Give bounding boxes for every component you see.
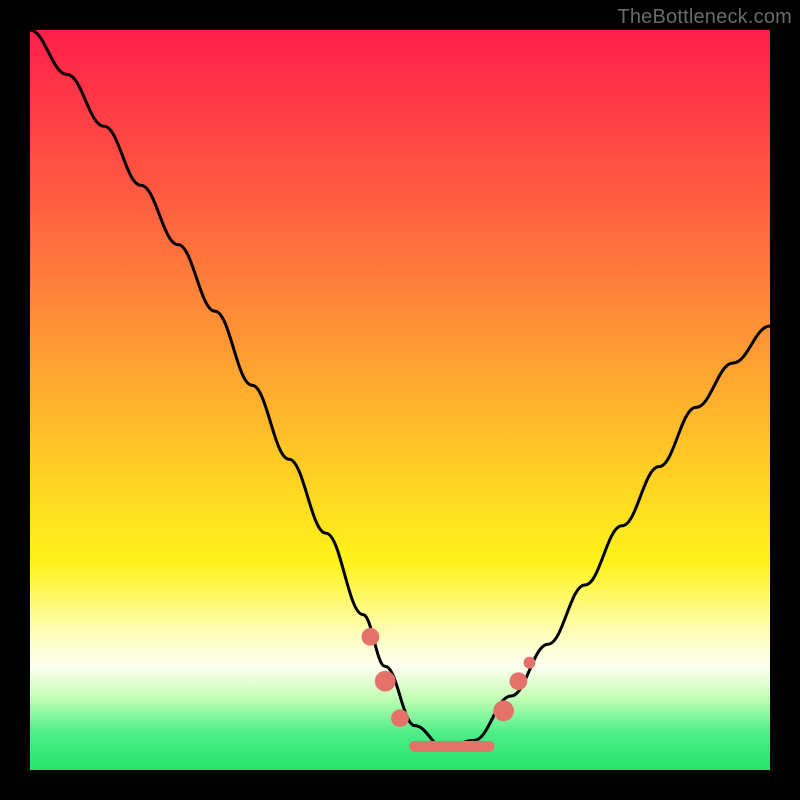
valley-marker-dot xyxy=(493,700,514,721)
valley-marker-dot xyxy=(524,657,536,669)
valley-marker-dot xyxy=(391,709,409,727)
plot-area xyxy=(30,30,770,770)
left-descending-curve xyxy=(30,30,444,748)
right-ascending-curve xyxy=(444,326,770,748)
chart-frame: TheBottleneck.com xyxy=(0,0,800,800)
valley-marker-dot xyxy=(510,672,528,690)
valley-marker-dot xyxy=(362,628,380,646)
valley-markers xyxy=(362,628,536,727)
chart-svg xyxy=(30,30,770,770)
valley-marker-dot xyxy=(375,671,396,692)
watermark-text: TheBottleneck.com xyxy=(617,6,792,29)
